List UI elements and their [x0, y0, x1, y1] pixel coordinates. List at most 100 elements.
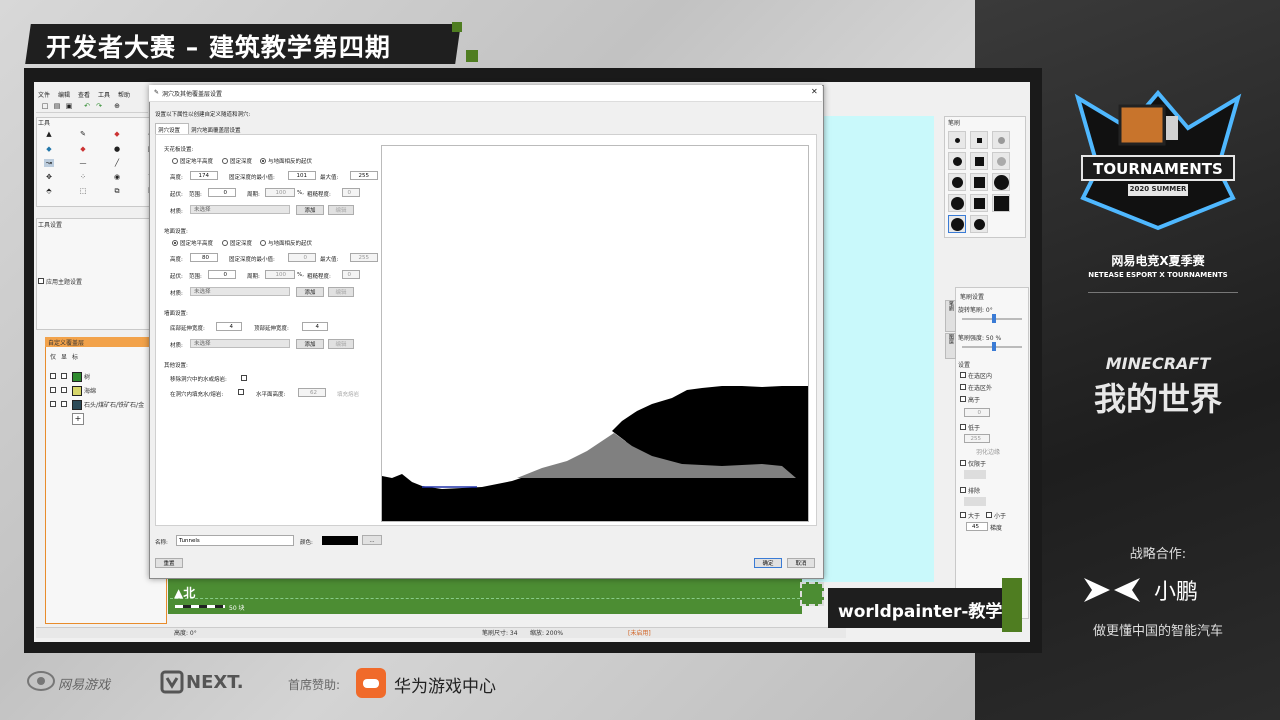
- remove-water-checkbox[interactable]: [241, 375, 247, 381]
- roof-mode-fixed-depth[interactable]: [222, 158, 228, 164]
- cave-tool-icon[interactable]: ↝: [44, 159, 54, 167]
- brush-option[interactable]: [992, 194, 1010, 212]
- floor-height-spinner[interactable]: 80: [190, 253, 218, 262]
- menu-edit[interactable]: 编辑: [58, 90, 70, 99]
- raise-terrain-icon[interactable]: ▲: [44, 130, 54, 138]
- new-icon[interactable]: □: [40, 102, 50, 110]
- below-checkbox[interactable]: [960, 424, 966, 430]
- floor-amp-spinner[interactable]: 0: [208, 270, 236, 279]
- size-spinner[interactable]: 45: [966, 522, 988, 531]
- reset-button[interactable]: 重置: [155, 558, 183, 568]
- floor-period-spinner[interactable]: 100: [265, 270, 295, 279]
- ok-button[interactable]: 确定: [754, 558, 782, 568]
- brush-option[interactable]: [970, 173, 988, 191]
- smaller-checkbox[interactable]: [986, 512, 992, 518]
- menu-help[interactable]: 帮助: [118, 90, 130, 99]
- roof-mode-inverse[interactable]: [260, 158, 266, 164]
- map-terrain-strip[interactable]: [168, 578, 802, 614]
- fill-icon[interactable]: ⬘: [44, 187, 54, 195]
- wall-edit-material-button[interactable]: 编辑: [328, 339, 354, 349]
- move-icon[interactable]: ✥: [44, 173, 54, 181]
- floor-rough-spinner[interactable]: 0: [342, 270, 360, 279]
- layer-name-input[interactable]: [176, 535, 294, 546]
- floor-add-material-button[interactable]: 添加: [296, 287, 324, 297]
- roof-material-select[interactable]: 未选择: [190, 205, 290, 214]
- brush-option[interactable]: [948, 152, 966, 170]
- only-on-checkbox[interactable]: [960, 460, 966, 466]
- water-icon[interactable]: ◆: [44, 145, 54, 153]
- only-on-selector[interactable]: [964, 470, 986, 479]
- brush-option[interactable]: [970, 194, 988, 212]
- open-icon[interactable]: ▤: [52, 102, 62, 110]
- roof-height-spinner[interactable]: 174: [190, 171, 218, 180]
- bigger-checkbox[interactable]: [960, 512, 966, 518]
- floor-mode-fixed-level[interactable]: [172, 240, 178, 246]
- layer-solo-checkbox[interactable]: [50, 387, 56, 393]
- roof-min-spinner[interactable]: 101: [288, 171, 316, 180]
- brush-option-selected[interactable]: [948, 215, 966, 233]
- above-checkbox[interactable]: [960, 396, 966, 402]
- rotation-slider-handle[interactable]: [992, 314, 996, 323]
- redo-icon[interactable]: ↷: [94, 102, 104, 110]
- water-level-spinner[interactable]: 62: [298, 388, 326, 397]
- layer-solo-checkbox[interactable]: [50, 401, 56, 407]
- apply-theme-checkbox[interactable]: [38, 278, 44, 284]
- roof-max-spinner[interactable]: 255: [350, 171, 378, 180]
- brush-option[interactable]: [970, 152, 988, 170]
- brush-option[interactable]: [948, 173, 966, 191]
- flatten-icon[interactable]: ◆: [112, 130, 122, 138]
- wall-add-material-button[interactable]: 添加: [296, 339, 324, 349]
- except-selector[interactable]: [964, 497, 986, 506]
- target-icon[interactable]: ◉: [112, 173, 122, 181]
- roof-period-spinner[interactable]: 100: [265, 188, 295, 197]
- roof-amp-spinner[interactable]: 0: [208, 188, 236, 197]
- floor-material-select[interactable]: 未选择: [190, 287, 290, 296]
- below-spinner[interactable]: 255: [964, 434, 990, 443]
- close-icon[interactable]: ✕: [811, 87, 818, 96]
- menu-view[interactable]: 查看: [78, 90, 90, 99]
- color-picker-button[interactable]: ...: [362, 535, 382, 545]
- brush-option[interactable]: [970, 215, 988, 233]
- pencil-icon[interactable]: ✎: [78, 130, 88, 138]
- layer-solo-checkbox[interactable]: [50, 373, 56, 379]
- lava-icon[interactable]: ◆: [78, 145, 88, 153]
- wall-material-select[interactable]: 未选择: [190, 339, 290, 348]
- select-icon[interactable]: ⬚: [78, 187, 88, 195]
- brush-option[interactable]: [992, 173, 1010, 191]
- copy-icon[interactable]: ⧉: [112, 187, 122, 195]
- intensity-slider-handle[interactable]: [992, 342, 996, 351]
- cancel-button[interactable]: 取消: [787, 558, 815, 568]
- floor-min-spinner[interactable]: 0: [288, 253, 316, 262]
- wall-top-spinner[interactable]: 4: [302, 322, 328, 331]
- diagonal-icon[interactable]: ╱: [112, 159, 122, 167]
- tab-floor-layers[interactable]: 洞穴地面覆盖层设置: [191, 126, 241, 134]
- menu-tools[interactable]: 工具: [98, 90, 110, 99]
- except-checkbox[interactable]: [960, 487, 966, 493]
- brush-option[interactable]: [970, 131, 988, 149]
- fill-water-checkbox[interactable]: [238, 389, 244, 395]
- floor-max-spinner[interactable]: 255: [350, 253, 378, 262]
- layer-show-checkbox[interactable]: [61, 387, 67, 393]
- roof-mode-fixed-level[interactable]: [172, 158, 178, 164]
- zoom-in-icon[interactable]: ⊕: [112, 102, 122, 110]
- layer-row[interactable]: 海绵: [50, 385, 164, 396]
- flood-icon[interactable]: ●: [112, 145, 122, 153]
- in-selection-checkbox[interactable]: [960, 372, 966, 378]
- layer-row[interactable]: 石头/煤矿石/铁矿石/金: [50, 399, 164, 410]
- undo-icon[interactable]: ↶: [82, 102, 92, 110]
- side-tab-brush[interactable]: 笔刷: [945, 300, 956, 332]
- brush-option[interactable]: [992, 131, 1010, 149]
- line-icon[interactable]: —: [78, 159, 88, 167]
- add-layer-button[interactable]: +: [72, 413, 84, 425]
- menu-file[interactable]: 文件: [38, 90, 50, 99]
- brush-option[interactable]: [948, 194, 966, 212]
- floor-edit-material-button[interactable]: 编辑: [328, 287, 354, 297]
- out-selection-checkbox[interactable]: [960, 384, 966, 390]
- layer-row[interactable]: 树: [50, 371, 164, 382]
- scatter-icon[interactable]: ⁘: [78, 173, 88, 181]
- roof-add-material-button[interactable]: 添加: [296, 205, 324, 215]
- floor-mode-fixed-depth[interactable]: [222, 240, 228, 246]
- layer-show-checkbox[interactable]: [61, 401, 67, 407]
- save-icon[interactable]: ▣: [64, 102, 74, 110]
- side-tab-layers[interactable]: 图层: [945, 333, 956, 359]
